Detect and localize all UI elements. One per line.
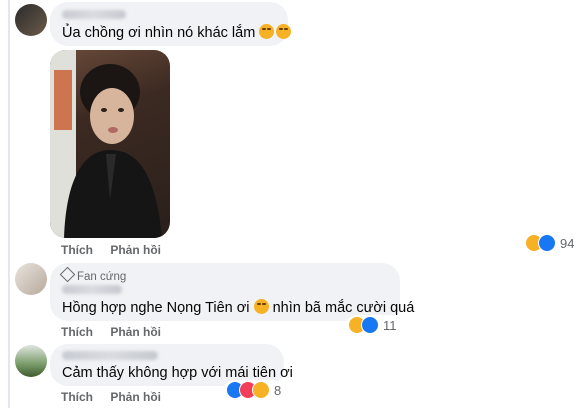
laughing-emoji-icon: [253, 299, 269, 314]
thread-line: [8, 0, 10, 408]
comment-actions: Thích Phản hồi: [61, 325, 175, 339]
like-link[interactable]: Thích: [61, 243, 93, 257]
reply-link[interactable]: Phản hồi: [110, 325, 161, 339]
reactions-summary[interactable]: 11: [346, 315, 399, 335]
comment-author-name[interactable]: [62, 285, 122, 294]
care-reaction-icon: [252, 381, 270, 399]
like-reaction-icon: [538, 234, 556, 252]
comment-author-name[interactable]: [62, 10, 126, 19]
reactions-summary[interactable]: 94: [523, 233, 577, 253]
crying-emoji-icon: [276, 24, 292, 39]
like-link[interactable]: Thích: [61, 390, 93, 404]
comment-bubble: Fan cứng Hồng hợp nghe Nọng Tiên ơi nhìn…: [50, 263, 414, 321]
comment-actions: Thích Phản hồi: [61, 243, 175, 257]
crying-emoji-icon: [259, 24, 275, 39]
reaction-count: 11: [383, 317, 397, 333]
reaction-count: 8: [274, 382, 282, 398]
comment-actions: Thích Phản hồi: [61, 390, 175, 404]
avatar[interactable]: [15, 4, 47, 36]
like-link[interactable]: Thích: [61, 325, 93, 339]
reactions-summary[interactable]: 8: [224, 380, 284, 400]
reply-link[interactable]: Phản hồi: [110, 390, 161, 404]
comment-bubble: Ủa chồng ơi nhìn nó khác lắm: [50, 2, 292, 46]
avatar[interactable]: [15, 345, 47, 377]
like-reaction-icon: [361, 316, 379, 334]
fan-badge[interactable]: Fan cứng: [59, 266, 126, 283]
comment-photo[interactable]: [50, 50, 170, 238]
reaction-count: 94: [560, 235, 575, 251]
avatar[interactable]: [15, 263, 47, 295]
comment-author-name[interactable]: [62, 351, 158, 360]
comment-text: Ủa chồng ơi nhìn nó khác lắm: [62, 24, 292, 42]
diamond-icon: [59, 266, 76, 283]
reply-link[interactable]: Phản hồi: [110, 243, 161, 257]
person-photo-image: [50, 50, 162, 238]
